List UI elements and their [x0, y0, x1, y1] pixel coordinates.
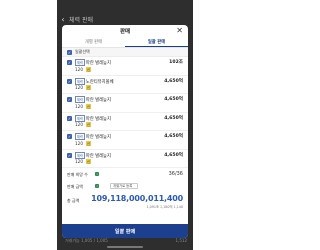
tab-bulk-sell[interactable]: 일괄 판매 [125, 37, 188, 47]
item-price: 4,650억 [164, 78, 183, 84]
item-type-tag: 체력 [75, 77, 85, 85]
item-type-tag: 체력 [75, 151, 85, 159]
item-quantity: 120 [75, 122, 83, 127]
item-name: 체력 파란 벌레늪지 [75, 59, 111, 66]
info-icon[interactable]: i [95, 183, 99, 188]
item-price: 4,650억 [164, 134, 183, 139]
item-name: 체력 파란 벌레늪지 [75, 151, 111, 159]
item-name: 체력 파란 벌레늪지 [75, 96, 111, 103]
checkbox-checked-icon[interactable]: ✓ [67, 78, 72, 84]
item-type-tag: 체력 [75, 59, 85, 66]
sell-modal: 판매 ✕ 개별 판매 일괄 판매 ✓ 일괄선택 ✓ 체력 파란 벌레늪지 120 … [62, 25, 188, 238]
checkbox-checked-icon[interactable]: ✓ [67, 97, 72, 102]
checkbox-checked-icon[interactable]: ✓ [67, 60, 72, 65]
item-quantity: 120 [75, 159, 83, 164]
total-label: 총 금액 [67, 198, 80, 203]
item-badge: 신 [86, 122, 92, 127]
modal-title: 판매 [119, 29, 131, 35]
list-item[interactable]: ✓ 체력 파란 벌레늪지 120 신 4,650억 [62, 113, 188, 131]
sell-price-label: 판매 금액 [67, 184, 83, 189]
item-name: 체력 파란 벌레늪지 [75, 114, 111, 122]
checkbox-checked-icon[interactable]: ✓ [67, 49, 72, 55]
select-all-label: 일괄선택 [75, 49, 90, 54]
close-icon[interactable]: ✕ [176, 26, 183, 35]
tab-individual-sell[interactable]: 개별 판매 [62, 37, 125, 47]
total-amount-readable: 1,091조 1,180억 1,140 [146, 205, 183, 209]
info-icon[interactable]: i [95, 171, 99, 176]
item-name-text: 노란티뷰치볼베 [85, 79, 114, 85]
background-footer-left: 거래가능 1,005 / 1,005 [65, 238, 108, 243]
checkbox-checked-icon[interactable]: ✓ [67, 134, 72, 139]
status-bar [57, 0, 193, 12]
item-type-tag: 체력 [75, 96, 85, 103]
item-name: 체력 파란 벌레늪지 [75, 133, 111, 140]
home-indicator [107, 246, 143, 248]
background-nav-bar: ‹ 체력 판매 [57, 12, 193, 26]
checkbox-checked-icon[interactable]: ✓ [67, 115, 72, 121]
list-item[interactable]: ✓ 체력 파란 벌레늪지 120 신 4,650억 [62, 131, 188, 150]
background-footer: 거래가능 1,005 / 1,005 1,512 [65, 238, 187, 244]
background-footer-right: 1,512 [175, 238, 187, 243]
select-all-row[interactable]: ✓ 일괄선택 [62, 48, 188, 57]
sell-price-row: 판매 금액 i 개별가로 등록 [67, 180, 183, 192]
list-item[interactable]: ✓ 체력 파란 벌레늪지 120 신 4,650억 [62, 150, 188, 168]
sell-count-row: 판매 희망 수 i 36/36 [67, 168, 183, 180]
item-badge: 신 [86, 103, 92, 109]
modal-header: 판매 ✕ [62, 25, 188, 37]
checkbox-checked-icon[interactable]: ✓ [67, 152, 72, 158]
item-type-tag: 체력 [75, 133, 85, 140]
item-quantity: 120 [75, 103, 83, 109]
item-badge: 신 [86, 85, 92, 90]
sell-count-label: 판매 희망 수 [67, 172, 88, 177]
item-type-tag: 체력 [75, 114, 85, 122]
background-nav-title: 체력 판매 [69, 16, 93, 24]
item-price: 4,650억 [164, 97, 183, 102]
item-quantity: 120 [75, 66, 83, 72]
total-row: 총 금액 109,118,000,011,400 1,091조 1,180억 1… [67, 194, 183, 210]
list-item[interactable]: ✓ 체력 노란티뷰치볼베 120 신 4,650억 [62, 76, 188, 94]
list-item[interactable]: ✓ 체력 파란 벌레늪지 120 신 102조 [62, 57, 188, 76]
item-name-text: 파란 벌레늪지 [85, 116, 111, 122]
summary-section: 판매 희망 수 i 36/36 판매 금액 i 개별가로 등록 [62, 168, 188, 192]
item-name: 체력 노란티뷰치볼베 [75, 77, 114, 85]
bulk-sell-button[interactable]: 일괄 판매 [62, 224, 188, 238]
item-price: 4,650억 [164, 152, 183, 158]
item-price: 102조 [169, 60, 183, 65]
price-mode-select[interactable]: 개별가로 등록 [110, 182, 138, 189]
item-badge: 신 [86, 159, 92, 164]
total-amount: 109,118,000,011,400 [91, 194, 183, 203]
item-badge: 신 [86, 140, 92, 146]
tab-bar: 개별 판매 일괄 판매 [62, 37, 188, 48]
list-item[interactable]: ✓ 체력 파란 벌레늪지 120 신 4,650억 [62, 94, 188, 113]
item-badge: 신 [86, 66, 92, 72]
item-name-text: 파란 벌레늪지 [85, 98, 111, 103]
item-price: 4,650억 [164, 115, 183, 121]
back-arrow-icon[interactable]: ‹ [57, 15, 69, 24]
item-name-text: 파란 벌레늪지 [85, 61, 111, 66]
item-name-text: 파란 벌레늪지 [85, 153, 111, 159]
item-quantity: 120 [75, 140, 83, 146]
item-quantity: 120 [75, 85, 83, 90]
item-name-text: 파란 벌레늪지 [85, 135, 111, 140]
sell-count-value: 36/36 [168, 171, 183, 177]
